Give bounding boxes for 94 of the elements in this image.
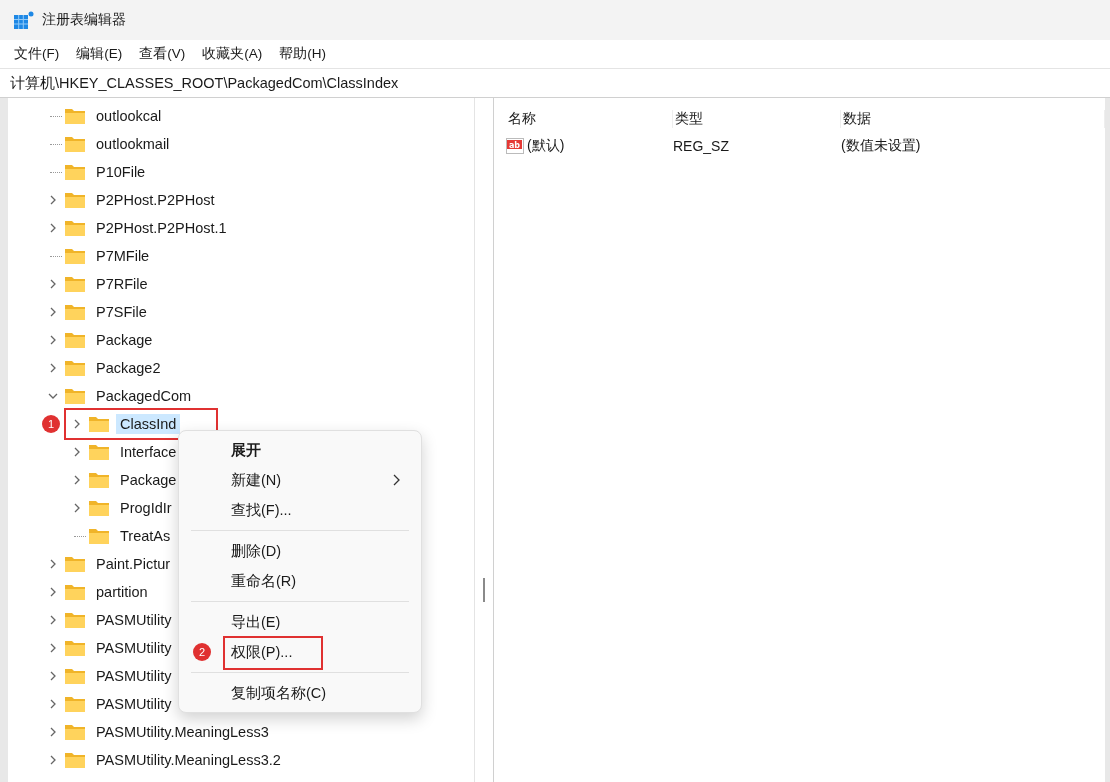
chevron-right-icon[interactable] — [48, 699, 58, 709]
tree-item[interactable]: Package — [116, 470, 181, 490]
chevron-right-icon[interactable] — [48, 643, 58, 653]
folder-icon — [64, 219, 86, 237]
chevron-right-icon[interactable] — [48, 587, 58, 597]
tree-item[interactable]: TreatAs — [116, 526, 175, 546]
chevron-right-icon[interactable] — [48, 559, 58, 569]
tree-item[interactable]: PASMUtility — [92, 666, 176, 686]
chevron-right-icon[interactable] — [48, 223, 58, 233]
tree-item[interactable]: Package2 — [92, 358, 165, 378]
chevron-down-icon[interactable] — [48, 391, 58, 401]
menu-item[interactable]: 帮助(H) — [279, 45, 326, 63]
chevron-right-icon[interactable] — [72, 419, 82, 429]
folder-icon — [88, 499, 110, 517]
context-menu-item[interactable]: 权限(P)... — [219, 637, 421, 667]
folder-icon — [64, 667, 86, 685]
chevron-right-icon[interactable] — [48, 671, 58, 681]
folder-icon — [64, 555, 86, 573]
tree-item[interactable]: Interface — [116, 442, 181, 462]
menu-item[interactable]: 编辑(E) — [76, 45, 123, 63]
chevron-right-icon[interactable] — [48, 279, 58, 289]
tree-item[interactable]: P2PHost.P2PHost — [92, 190, 219, 210]
column-header[interactable]: 名称 — [506, 110, 673, 128]
string-value-icon: ab — [506, 138, 524, 154]
column-header[interactable]: 类型 — [673, 110, 841, 128]
annotation-badge: 2 — [193, 643, 211, 661]
folder-icon — [64, 303, 86, 321]
chevron-right-icon[interactable] — [48, 755, 58, 765]
folder-icon — [64, 331, 86, 349]
column-header[interactable]: 数据 — [841, 110, 1105, 128]
table-cell-text: (数值未设置) — [841, 137, 922, 155]
folder-icon — [64, 163, 86, 181]
tree-item[interactable]: PackagedCom — [92, 386, 196, 406]
folder-icon — [64, 639, 86, 657]
tree-item[interactable]: partition — [92, 582, 152, 602]
menu-item[interactable]: 收藏夹(A) — [202, 45, 263, 63]
tree-item[interactable]: PASMUtility.MeaningLess3.2 — [92, 750, 285, 770]
folder-icon — [88, 527, 110, 545]
context-menu-item[interactable]: 展开 — [219, 435, 421, 465]
table-cell-text: REG_SZ — [673, 138, 730, 154]
tree-item[interactable]: PASMUtility — [92, 638, 176, 658]
context-menu-item[interactable]: 删除(D) — [219, 536, 421, 566]
folder-icon — [88, 471, 110, 489]
folder-icon — [64, 723, 86, 741]
tree-item[interactable]: PASMUtility — [92, 694, 176, 714]
menu-item[interactable]: 文件(F) — [14, 45, 60, 63]
tree-item[interactable]: Paint.Pictur — [92, 554, 175, 574]
menu-item[interactable]: 查看(V) — [139, 45, 186, 63]
address-field[interactable]: 计算机\HKEY_CLASSES_ROOT\PackagedCom\ClassIndex — [0, 68, 1110, 98]
chevron-right-icon[interactable] — [72, 503, 82, 513]
tree-item[interactable]: Package — [92, 330, 157, 350]
chevron-right-icon[interactable] — [48, 195, 58, 205]
scroll-bar[interactable] — [474, 98, 494, 782]
chevron-right-icon[interactable] — [48, 727, 58, 737]
chevron-right-icon[interactable] — [72, 447, 82, 457]
folder-icon — [64, 387, 86, 405]
folder-icon — [64, 191, 86, 209]
tree-item[interactable]: ProgIdIr — [116, 498, 176, 518]
folder-icon — [64, 275, 86, 293]
context-menu-item[interactable]: 新建(N) — [219, 465, 421, 495]
chevron-right-icon[interactable] — [48, 363, 58, 373]
app-icon — [14, 11, 34, 29]
table-cell: (默认) — [527, 137, 565, 155]
tree-item[interactable]: P2PHost.P2PHost.1 — [92, 218, 231, 238]
context-menu-item[interactable]: 复制项名称(C) — [219, 678, 421, 708]
tree-item[interactable]: PASMUtility — [92, 610, 176, 630]
context-menu-item[interactable]: 重命名(R) — [219, 566, 421, 596]
chevron-right-icon[interactable] — [48, 615, 58, 625]
chevron-right-icon[interactable] — [48, 335, 58, 345]
tree-item[interactable]: P7RFile — [92, 274, 152, 294]
context-menu-item[interactable]: 查找(F)... — [219, 495, 421, 525]
folder-icon — [64, 135, 86, 153]
folder-icon — [64, 695, 86, 713]
chevron-right-icon[interactable] — [72, 475, 82, 485]
chevron-right-icon — [391, 474, 401, 486]
folder-icon — [88, 415, 110, 433]
folder-icon — [64, 359, 86, 377]
folder-icon — [64, 247, 86, 265]
window-title: 注册表编辑器 — [42, 11, 126, 29]
tree-item[interactable]: P10File — [92, 162, 150, 182]
folder-icon — [64, 107, 86, 125]
annotation-badge: 1 — [42, 415, 60, 433]
folder-icon — [64, 611, 86, 629]
tree-item[interactable]: ClassInd — [116, 414, 181, 434]
tree-item[interactable]: P7MFile — [92, 246, 154, 266]
chevron-right-icon[interactable] — [48, 307, 58, 317]
tree-item[interactable]: outlookcal — [92, 106, 166, 126]
tree-item[interactable]: outlookmail — [92, 134, 174, 154]
folder-icon — [64, 583, 86, 601]
folder-icon — [64, 751, 86, 769]
tree-item[interactable]: PASMUtility.MeaningLess3 — [92, 722, 273, 742]
tree-item[interactable]: P7SFile — [92, 302, 151, 322]
context-menu-item[interactable]: 导出(E) — [219, 607, 421, 637]
folder-icon — [88, 443, 110, 461]
